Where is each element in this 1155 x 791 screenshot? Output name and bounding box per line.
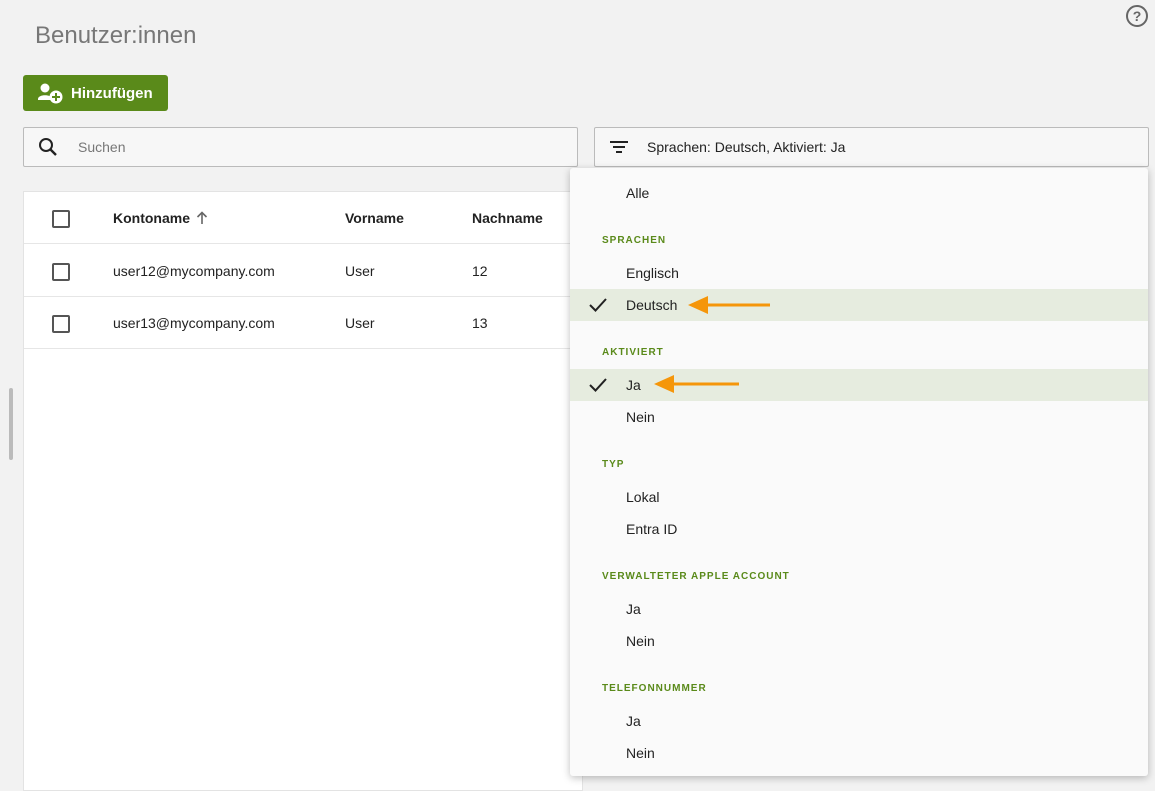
- search-input[interactable]: [76, 138, 577, 156]
- select-all-checkbox[interactable]: [52, 210, 70, 228]
- filter-icon: [610, 141, 628, 153]
- filter-summary: Sprachen: Deutsch, Aktiviert: Ja: [647, 139, 846, 155]
- option-label: Ja: [626, 713, 641, 729]
- option-label: Ja: [626, 601, 641, 617]
- table-row[interactable]: user13@mycompany.com User 13: [24, 297, 582, 349]
- account-name-cell: user12@mycompany.com: [113, 263, 275, 279]
- group-heading-type: TYP: [602, 459, 625, 470]
- add-user-icon: [38, 83, 63, 104]
- group-heading-languages: SPRACHEN: [602, 235, 667, 246]
- group-heading-managed-apple-account: VERWALTETER APPLE ACCOUNT: [602, 571, 790, 582]
- filter-dropdown[interactable]: Sprachen: Deutsch, Aktiviert: Ja: [594, 127, 1149, 167]
- arrow-up-icon: [196, 211, 208, 224]
- search-field[interactable]: [23, 127, 578, 167]
- column-header-firstname[interactable]: Vorname: [345, 192, 404, 244]
- check-icon: [589, 378, 607, 392]
- page-title: Benutzer:innen: [35, 22, 197, 50]
- column-header-label: Kontoname: [113, 210, 190, 226]
- check-icon: [589, 298, 607, 312]
- option-label: Alle: [626, 185, 650, 201]
- row-checkbox[interactable]: [52, 315, 70, 333]
- first-name-cell: User: [345, 315, 375, 331]
- annotation-arrow-icon: [654, 375, 739, 393]
- option-label: Ja: [626, 377, 641, 393]
- row-checkbox[interactable]: [52, 263, 70, 281]
- users-table: Kontoname Vorname Nachname user12@mycomp…: [23, 191, 583, 791]
- filter-option-all[interactable]: Alle: [570, 177, 1148, 209]
- option-label: Nein: [626, 409, 655, 425]
- last-name-cell: 12: [472, 263, 488, 279]
- filter-option-phone-no[interactable]: Nein: [570, 737, 1148, 769]
- option-label: Deutsch: [626, 297, 678, 313]
- filter-option-english[interactable]: Englisch: [570, 257, 1148, 289]
- filter-option-phone-yes[interactable]: Ja: [570, 705, 1148, 737]
- help-circle-icon[interactable]: ?: [1126, 5, 1148, 27]
- resize-handle[interactable]: [9, 388, 13, 460]
- option-label: Nein: [626, 745, 655, 761]
- option-label: Englisch: [626, 265, 679, 281]
- option-label: Nein: [626, 633, 655, 649]
- group-heading-phone-number: TELEFONNUMMER: [602, 683, 707, 694]
- filter-menu: Alle SPRACHEN Englisch Deutsch AKTIVIERT…: [570, 168, 1148, 776]
- column-header-lastname[interactable]: Nachname: [472, 192, 543, 244]
- column-header-account[interactable]: Kontoname: [113, 192, 208, 244]
- filter-option-local[interactable]: Lokal: [570, 481, 1148, 513]
- filter-option-german[interactable]: Deutsch: [570, 289, 1148, 321]
- filter-option-apple-no[interactable]: Nein: [570, 625, 1148, 657]
- add-button-label: Hinzufügen: [71, 84, 153, 102]
- first-name-cell: User: [345, 263, 375, 279]
- filter-option-apple-yes[interactable]: Ja: [570, 593, 1148, 625]
- filter-option-entra-id[interactable]: Entra ID: [570, 513, 1148, 545]
- option-label: Lokal: [626, 489, 660, 505]
- add-user-button[interactable]: Hinzufügen: [23, 75, 168, 111]
- last-name-cell: 13: [472, 315, 488, 331]
- group-heading-activated: AKTIVIERT: [602, 347, 664, 358]
- table-header-row: Kontoname Vorname Nachname: [24, 192, 582, 244]
- option-label: Entra ID: [626, 521, 678, 537]
- account-name-cell: user13@mycompany.com: [113, 315, 275, 331]
- table-row[interactable]: user12@mycompany.com User 12: [24, 245, 582, 297]
- search-icon: [39, 138, 57, 156]
- annotation-arrow-icon: [688, 296, 770, 314]
- filter-option-activated-no[interactable]: Nein: [570, 401, 1148, 433]
